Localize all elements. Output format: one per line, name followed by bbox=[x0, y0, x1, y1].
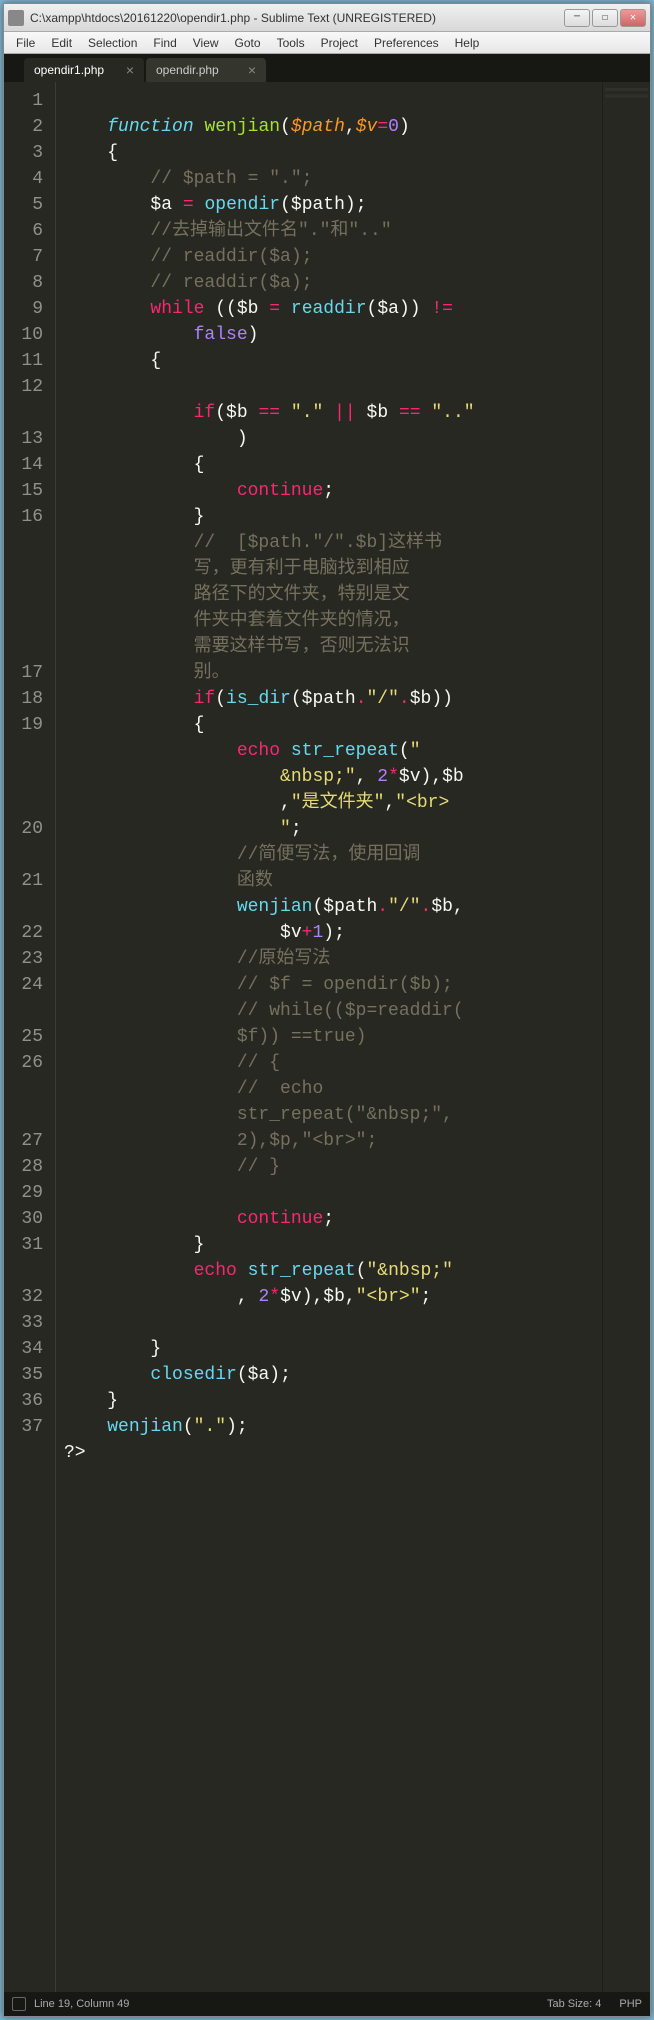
tab-opendir[interactable]: opendir.php × bbox=[146, 58, 266, 82]
menu-goto[interactable]: Goto bbox=[227, 34, 269, 52]
menu-preferences[interactable]: Preferences bbox=[366, 34, 447, 52]
close-icon[interactable]: × bbox=[248, 62, 256, 78]
gutter: 123456789101112 13141516 171819 20 21 22… bbox=[4, 82, 56, 1992]
menu-view[interactable]: View bbox=[185, 34, 227, 52]
maximize-button[interactable]: ☐ bbox=[592, 9, 618, 27]
sublime-window: C:\xampp\htdocs\20161220\opendir1.php - … bbox=[3, 3, 651, 2017]
minimap[interactable] bbox=[602, 82, 650, 1992]
tab-label: opendir.php bbox=[156, 63, 219, 77]
menu-edit[interactable]: Edit bbox=[43, 34, 80, 52]
menu-selection[interactable]: Selection bbox=[80, 34, 145, 52]
app-icon bbox=[8, 10, 24, 26]
close-icon[interactable]: × bbox=[126, 62, 134, 78]
menu-find[interactable]: Find bbox=[145, 34, 184, 52]
tab-size[interactable]: Tab Size: 4 bbox=[547, 1998, 601, 2010]
tab-bar: opendir1.php × opendir.php × bbox=[4, 54, 650, 82]
window-title: C:\xampp\htdocs\20161220\opendir1.php - … bbox=[30, 11, 564, 25]
menu-help[interactable]: Help bbox=[447, 34, 488, 52]
menu-file[interactable]: File bbox=[8, 34, 43, 52]
tab-label: opendir1.php bbox=[34, 63, 104, 77]
syntax-mode[interactable]: PHP bbox=[619, 1998, 642, 2010]
window-controls: ─ ☐ ✕ bbox=[564, 9, 646, 27]
close-button[interactable]: ✕ bbox=[620, 9, 646, 27]
menu-bar: File Edit Selection Find View Goto Tools… bbox=[4, 32, 650, 54]
title-bar[interactable]: C:\xampp\htdocs\20161220\opendir1.php - … bbox=[4, 4, 650, 32]
editor[interactable]: 123456789101112 13141516 171819 20 21 22… bbox=[4, 82, 650, 1992]
minimize-button[interactable]: ─ bbox=[564, 9, 590, 27]
minimap-content bbox=[605, 88, 648, 248]
code-area[interactable]: function wenjian($path,$v=0) { // $path … bbox=[56, 82, 602, 1992]
tab-opendir1[interactable]: opendir1.php × bbox=[24, 58, 144, 82]
sidebar-toggle-icon[interactable] bbox=[12, 1997, 26, 2011]
status-bar: Line 19, Column 49 Tab Size: 4 PHP bbox=[4, 1992, 650, 2016]
menu-project[interactable]: Project bbox=[313, 34, 366, 52]
menu-tools[interactable]: Tools bbox=[269, 34, 313, 52]
cursor-position[interactable]: Line 19, Column 49 bbox=[34, 1998, 129, 2010]
